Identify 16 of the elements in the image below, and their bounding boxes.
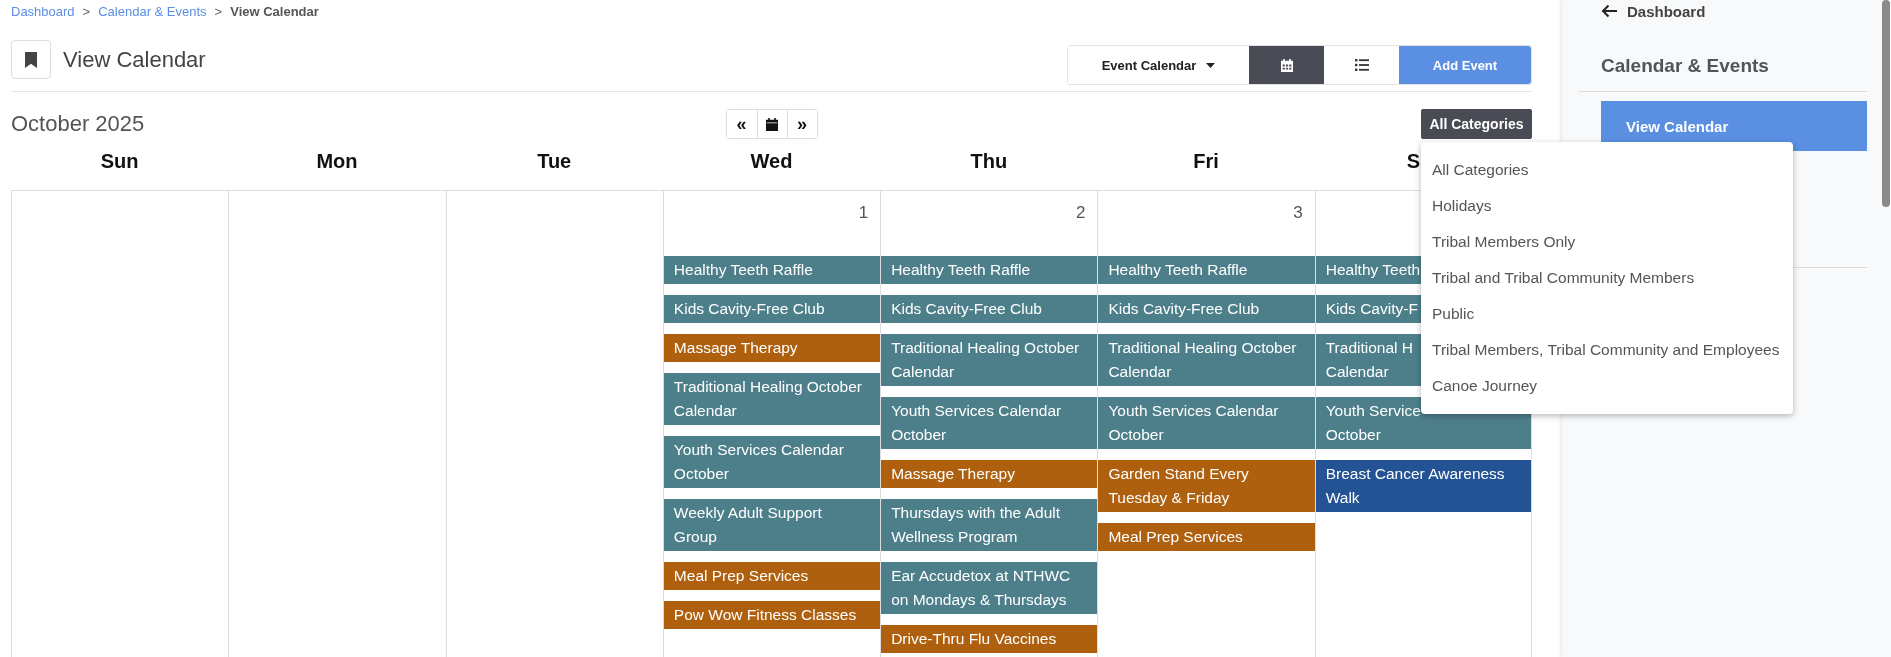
weekday-header: Thu	[970, 149, 1008, 174]
breadcrumb-separator: >	[82, 3, 91, 19]
date-number: 2	[1075, 202, 1086, 224]
sidebar-heading: Calendar & Events	[1601, 54, 1769, 78]
weekday-header: Sun	[100, 149, 139, 174]
breadcrumb-current: View Calendar	[230, 3, 319, 19]
weekday-header: Tue	[537, 149, 572, 174]
month-title: October 2025	[11, 111, 145, 137]
weekday-header: Fri	[1193, 149, 1219, 174]
date-number: 1	[858, 202, 869, 224]
breadcrumb-separator: >	[214, 3, 223, 19]
weekday-header: Wed	[750, 149, 793, 174]
weekday-header: Mon	[316, 149, 358, 174]
weekday-header: S	[1406, 149, 1421, 174]
page-title: View Calendar	[63, 46, 206, 73]
date-number: 3	[1293, 202, 1303, 224]
